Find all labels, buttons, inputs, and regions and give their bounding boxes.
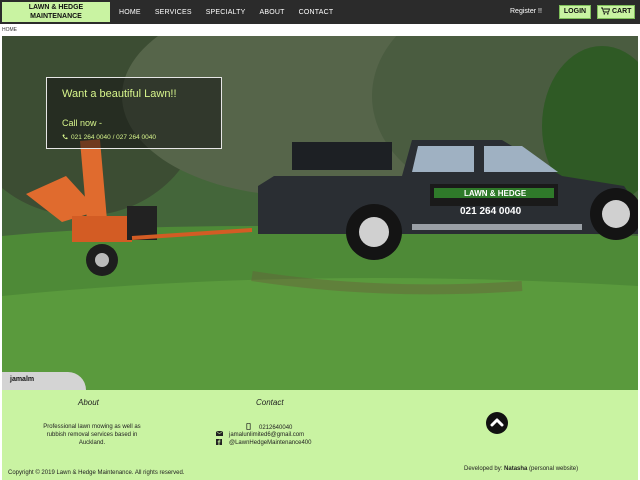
cart-button[interactable]: CART: [597, 5, 635, 19]
truck-phone-text: 021 264 0040: [460, 206, 522, 217]
top-navbar: LAWN & HEDGE MAINTENANCE HOME SERVICES S…: [0, 0, 640, 24]
promo-phone-number: 021 264 0040 / 027 264 0040: [71, 134, 156, 141]
promo-title: Want a beautiful Lawn!!: [62, 88, 177, 100]
footer-about-text: Professional lawn mowing as well as rubb…: [43, 424, 141, 446]
footer: About Professional lawn mowing as well a…: [2, 390, 638, 480]
chevron-up-icon: [490, 418, 504, 427]
copyright-text: Copyright © 2019 Lawn & Hedge Maintenanc…: [8, 470, 185, 476]
footer-contact-heading: Contact: [256, 398, 284, 407]
footer-email[interactable]: jamalunlimited6@gmail.com: [215, 430, 304, 438]
cart-icon: [601, 7, 611, 15]
footer-about-heading: About: [78, 398, 99, 407]
footer-facebook[interactable]: @LawnHedgeMaintenance400: [216, 439, 311, 446]
nav-home[interactable]: HOME: [119, 9, 141, 16]
footer-email-link[interactable]: jamalunlimited6@gmail.com: [229, 432, 304, 438]
truck-logo-text: LAWN & HEDGE: [464, 189, 527, 198]
developer-credit: Developed by: Natasha (personal website): [464, 466, 578, 472]
mobile-icon: [246, 422, 251, 431]
footer-phone[interactable]: 0212640040: [246, 422, 292, 431]
cart-label: CART: [612, 8, 632, 15]
promo-call-label: Call now -: [62, 118, 103, 128]
breadcrumb[interactable]: HOME: [2, 25, 17, 35]
brand-line-2: MAINTENANCE: [30, 13, 82, 20]
email-icon: [215, 430, 224, 436]
login-button[interactable]: LOGIN: [559, 5, 591, 19]
register-link[interactable]: Register !!: [510, 0, 542, 24]
scroll-top-button[interactable]: [486, 412, 508, 434]
promo-phone[interactable]: 021 264 0040 / 027 264 0040: [62, 134, 156, 141]
nav-services[interactable]: SERVICES: [155, 9, 192, 16]
developer-name: Natasha: [504, 466, 528, 472]
brand-line-1: LAWN & HEDGE: [28, 4, 84, 11]
photo-credit-tag: jamalm: [2, 372, 86, 390]
footer-facebook-link[interactable]: @LawnHedgeMaintenance400: [229, 440, 311, 446]
nav-about[interactable]: ABOUT: [259, 9, 284, 16]
photo-credit-text: jamalm: [10, 376, 35, 383]
developer-website-link[interactable]: (personal website): [529, 466, 578, 472]
nav-specialty[interactable]: SPECIALTY: [206, 9, 246, 16]
facebook-icon: [216, 439, 222, 445]
promo-box: Want a beautiful Lawn!! Call now - 021 2…: [46, 77, 222, 149]
brand-logo[interactable]: LAWN & HEDGE MAINTENANCE: [2, 2, 110, 22]
main-nav: HOME SERVICES SPECIALTY ABOUT CONTACT: [112, 0, 340, 24]
phone-icon: [62, 134, 68, 140]
developed-by-label: Developed by:: [464, 466, 503, 472]
nav-contact[interactable]: CONTACT: [299, 9, 334, 16]
